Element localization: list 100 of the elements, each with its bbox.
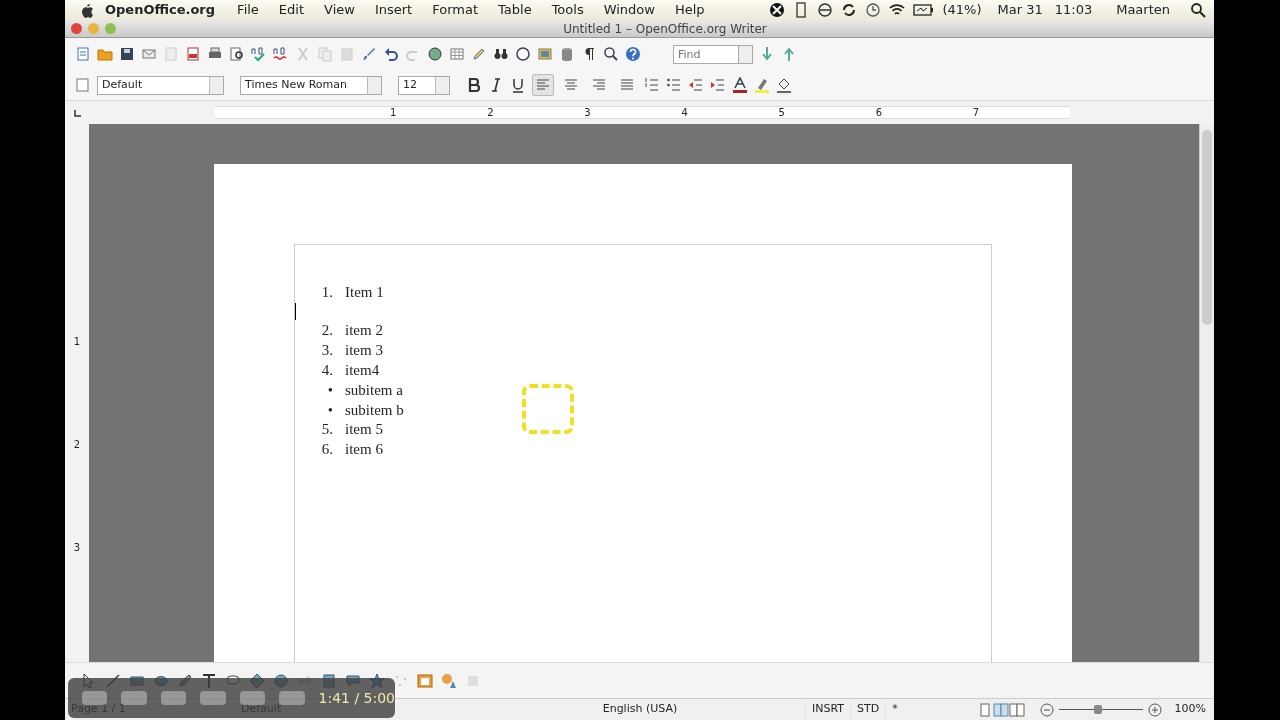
numbered-list-icon[interactable] [644, 77, 660, 93]
horizontal-ruler[interactable]: 1 2 3 4 5 6 7 [215, 106, 1070, 119]
save-icon[interactable] [119, 46, 135, 62]
zoom-out-icon[interactable] [1038, 701, 1055, 718]
menu-item[interactable]: Tools [541, 0, 594, 20]
picture-icon[interactable] [537, 46, 553, 62]
list-item-text: item 6 [345, 440, 383, 460]
menu-date: Mar 31 [997, 1, 1043, 20]
list-number: 5. [320, 420, 334, 440]
list-number: 1. [320, 282, 334, 302]
list-number: 6. [320, 440, 334, 460]
menu-item[interactable]: View [314, 0, 365, 20]
ruler-number: 2 [73, 438, 81, 452]
ruler-number: 1 [73, 335, 81, 349]
zoom-percent: 100% [1173, 701, 1207, 718]
fontwork-icon[interactable] [441, 672, 457, 689]
circle-slash-icon[interactable] [817, 2, 834, 18]
autospell-icon[interactable] [273, 46, 289, 62]
style-combo[interactable]: Default [97, 75, 224, 95]
app-menu[interactable]: OpenOffice.org [95, 0, 228, 20]
paint-bucket-icon[interactable] [776, 77, 792, 93]
two-page-icon[interactable] [992, 701, 1009, 718]
menu-item[interactable]: Edit [268, 0, 315, 20]
bulleted-list-icon[interactable] [666, 77, 682, 93]
database-icon[interactable] [559, 46, 575, 62]
menu-item[interactable]: Window [593, 0, 665, 20]
list-bullet: • [326, 400, 334, 420]
menu-time: 11:03 [1054, 1, 1093, 20]
clock-icon[interactable] [865, 2, 882, 18]
list-item-text: item 5 [345, 420, 383, 440]
selection-mode: STD [850, 701, 886, 718]
spellcheck-icon[interactable] [251, 46, 267, 62]
ruler-number: 5 [778, 106, 786, 120]
print-preview-icon[interactable] [229, 46, 245, 62]
list-bullet: • [326, 380, 334, 400]
table-icon[interactable] [449, 46, 465, 62]
menu-item[interactable]: Help [664, 0, 715, 20]
envelope-icon[interactable] [141, 46, 157, 62]
list-item-text: item 3 [345, 341, 383, 361]
vertical-scrollbar[interactable] [1199, 124, 1214, 662]
camera-control[interactable] [160, 691, 187, 705]
list-number: 3. [320, 341, 334, 361]
zoom-icon[interactable] [603, 46, 619, 62]
find-dropdown-button[interactable] [739, 44, 753, 64]
ruler-number: 6 [875, 106, 884, 120]
list-item-text: subitem a [345, 380, 403, 400]
underline-icon[interactable] [510, 77, 526, 93]
open-folder-icon[interactable] [97, 46, 113, 62]
search-icon[interactable] [1190, 2, 1206, 18]
arrow-up-icon[interactable] [781, 46, 797, 62]
recording-time: 1:41 / 5:00 [318, 688, 396, 708]
globe-icon[interactable] [427, 46, 443, 62]
list-number: 4. [320, 361, 334, 381]
play-control[interactable] [82, 691, 108, 705]
user-name[interactable]: Maarten [1116, 0, 1170, 20]
font-color-icon[interactable] [732, 77, 748, 93]
increase-indent-icon[interactable] [710, 77, 726, 93]
menu-item[interactable]: Insert [364, 0, 423, 20]
pdf-icon[interactable] [185, 46, 201, 62]
find-field[interactable]: Find [673, 44, 739, 64]
highlighter-icon[interactable] [754, 77, 770, 93]
menu-item[interactable]: Format [422, 0, 488, 20]
battery-percent: (41%) [942, 1, 982, 20]
help-icon[interactable] [625, 46, 641, 62]
ruler-number: 2 [487, 106, 495, 120]
list-item-text: subitem b [345, 400, 404, 420]
menu-item[interactable]: File [227, 0, 269, 20]
zoom-slider-thumb[interactable] [1094, 705, 1102, 714]
apple-logo-icon[interactable] [79, 2, 95, 18]
window-title: Untitled 1 – OpenOffice.org Writer [562, 20, 768, 38]
tab-stop-icon[interactable] [73, 107, 83, 118]
sync-icon[interactable] [841, 2, 858, 18]
paintbrush-icon[interactable] [361, 46, 377, 62]
bold-icon[interactable] [466, 77, 482, 93]
list-number: 2. [320, 321, 334, 341]
menu-item[interactable]: Table [488, 0, 542, 20]
modified-indicator: * [885, 701, 904, 718]
zoom-in-icon[interactable] [1146, 701, 1163, 718]
text-frame-icon[interactable] [417, 672, 433, 689]
ruler-number: 7 [972, 106, 981, 120]
undo-icon[interactable] [383, 46, 399, 62]
battery-icon[interactable] [913, 2, 935, 18]
language: English (USA) [601, 701, 679, 718]
insert-mode: INSRT [805, 701, 851, 718]
size-combo[interactable]: 12 [398, 75, 450, 95]
ruler-number: 1 [390, 106, 398, 120]
decrease-indent-icon[interactable] [688, 77, 704, 93]
arrow-down-icon[interactable] [759, 46, 775, 62]
pencil-icon[interactable] [471, 46, 487, 62]
ruler-number: 3 [73, 541, 81, 555]
undo-control[interactable] [239, 691, 266, 705]
styles-icon[interactable] [75, 77, 91, 93]
ruler-number: 4 [681, 106, 689, 120]
font-combo[interactable]: Times New Roman [240, 75, 382, 95]
book-view-icon[interactable] [1008, 701, 1025, 718]
list-item-text: item4 [345, 361, 380, 381]
new-document-icon[interactable] [75, 46, 91, 62]
close-button[interactable] [71, 23, 82, 34]
binoculars-icon[interactable] [493, 46, 509, 62]
circle-x-icon[interactable] [769, 2, 786, 18]
